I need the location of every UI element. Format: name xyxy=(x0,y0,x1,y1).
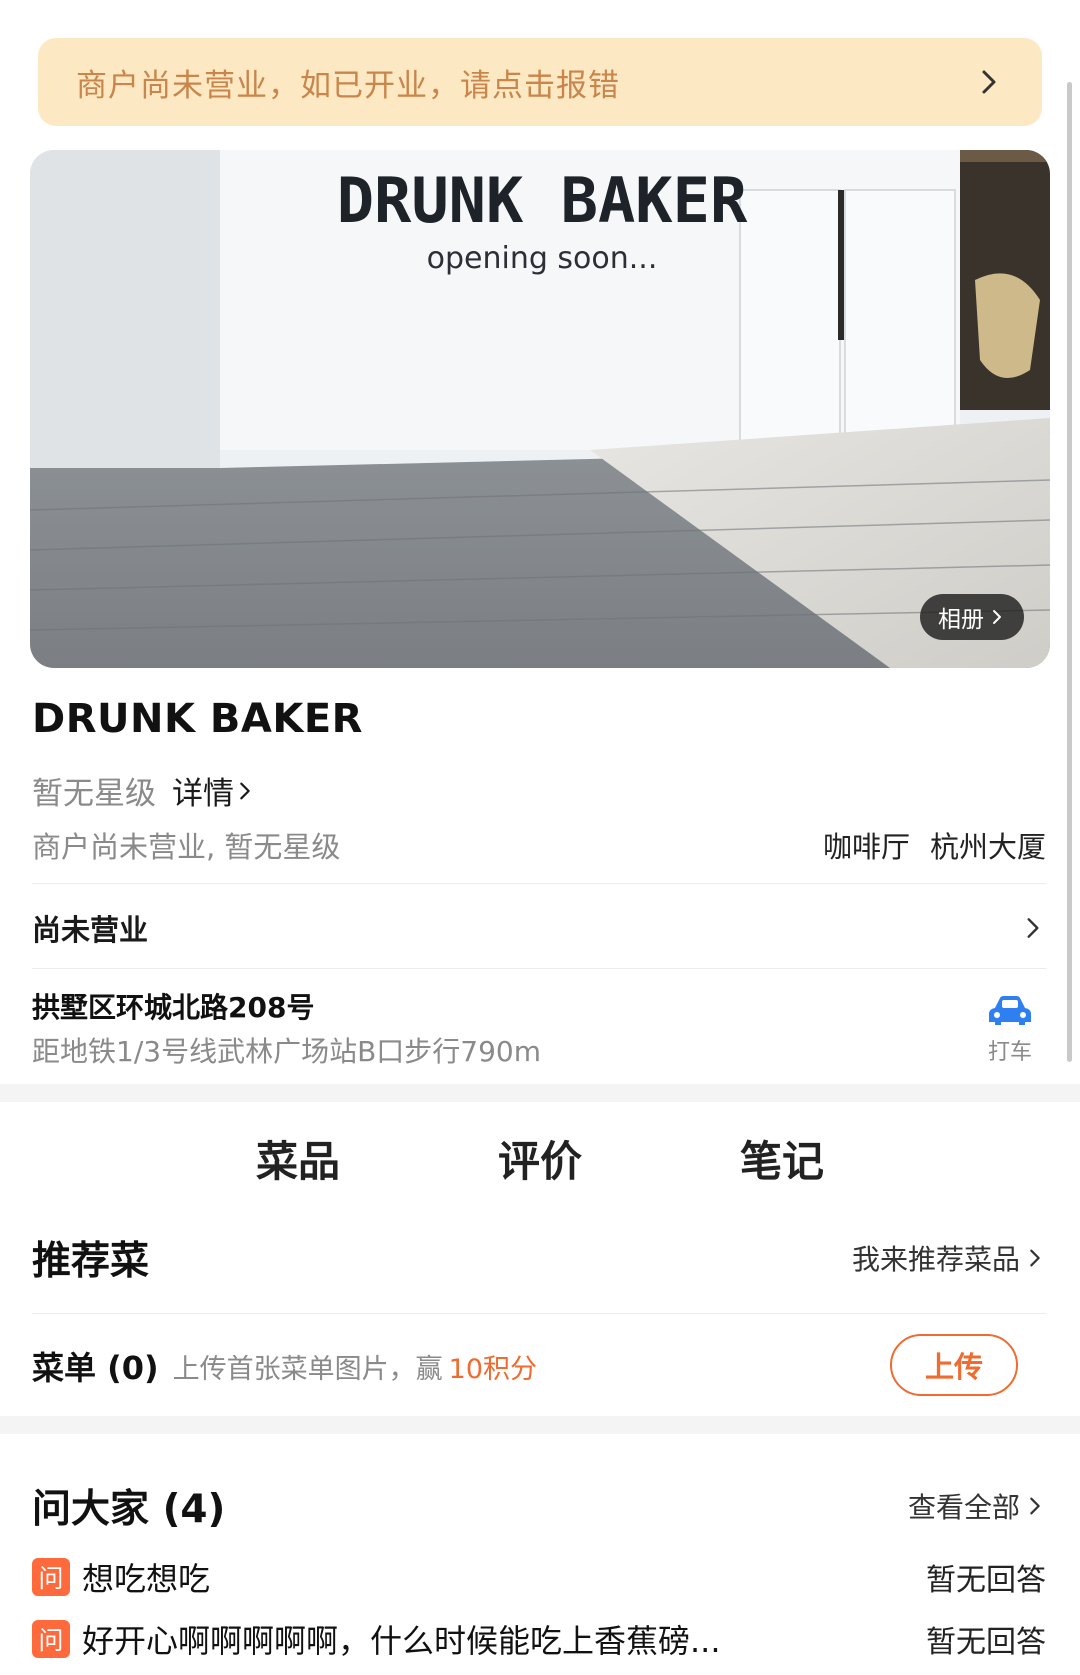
qa-header: 问大家 (4) 查看全部 xyxy=(32,1476,1046,1536)
album-label: 相册 xyxy=(938,607,984,633)
car-icon xyxy=(989,996,1031,1025)
divider xyxy=(32,883,1046,884)
recommend-link-label: 我来推荐菜品 xyxy=(851,1243,1020,1276)
tab-reviews[interactable]: 评价 xyxy=(494,1128,586,1208)
menu-title: 菜单 (0) xyxy=(32,1349,159,1387)
recommended-dishes-header: 推荐菜 我来推荐菜品 xyxy=(32,1228,1046,1288)
section-separator xyxy=(0,1416,1080,1434)
business-status: 尚未营业 xyxy=(32,913,149,947)
rating-row: 暂无星级 详情 xyxy=(32,768,256,813)
detail-label: 详情 xyxy=(172,776,234,812)
chevron-right-icon xyxy=(1030,1249,1040,1267)
tab-dishes[interactable]: 菜品 xyxy=(251,1128,344,1208)
shop-status-line: 商户尚未营业, 暂无星级 xyxy=(32,830,341,864)
scrollbar[interactable] xyxy=(1067,82,1072,1062)
chevron-right-icon xyxy=(1030,1497,1040,1515)
shop-address[interactable]: 拱墅区环城北路208号 xyxy=(32,986,314,1026)
sign-title: DRUNK BAKER xyxy=(337,164,748,237)
shop-tags: 咖啡厅 杭州大厦 xyxy=(823,824,1046,866)
album-button[interactable]: 相册 xyxy=(920,594,1024,640)
taxi-button[interactable]: 打车 xyxy=(980,994,1040,1066)
rating-detail-link[interactable]: 详情 xyxy=(172,768,256,813)
question-item[interactable]: 问 想吃想吃 暂无回答 xyxy=(32,1552,1046,1602)
area-tag[interactable]: 杭州大厦 xyxy=(930,824,1046,866)
chevron-right-icon xyxy=(240,782,250,799)
recommend-dish-link[interactable]: 我来推荐菜品 xyxy=(852,1238,1046,1278)
view-all-link[interactable]: 查看全部 xyxy=(908,1486,1046,1526)
question-badge: 问 xyxy=(32,1620,70,1658)
chevron-right-icon xyxy=(1027,918,1039,938)
tab-notes[interactable]: 笔记 xyxy=(736,1128,828,1208)
view-all-label: 查看全部 xyxy=(907,1491,1020,1524)
metro-distance: 距地铁1/3号线武林广场站B口步行790m xyxy=(32,1035,541,1068)
upload-button[interactable]: 上传 xyxy=(890,1334,1018,1396)
section-separator xyxy=(0,1084,1080,1102)
taxi-label: 打车 xyxy=(987,1040,1032,1065)
answer-status: 暂无回答 xyxy=(926,1563,1046,1598)
star-rating-text: 暂无星级 xyxy=(32,776,156,812)
chevron-right-icon xyxy=(993,610,1001,624)
divider xyxy=(32,1313,1046,1314)
answer-status: 暂无回答 xyxy=(926,1625,1046,1660)
business-hours-row[interactable]: 尚未营业 xyxy=(32,900,1046,956)
question-badge: 问 xyxy=(32,1558,70,1596)
recommended-title: 推荐菜 xyxy=(32,1239,150,1284)
menu-row: 菜单 (0) 上传首张菜单图片，赢 10积分 上传 xyxy=(32,1334,1046,1398)
category-tag[interactable]: 咖啡厅 xyxy=(823,824,910,866)
chevron-right-icon xyxy=(982,70,996,94)
qa-title: 问大家 (4) xyxy=(32,1487,226,1532)
menu-hint: 上传首张菜单图片，赢 xyxy=(172,1353,443,1385)
storefront-image: DRUNK BAKER opening soon... xyxy=(30,150,1050,668)
shop-name: DRUNK BAKER xyxy=(32,696,363,742)
question-text: 好开心啊啊啊啊啊，什么时候能吃上香蕉磅... xyxy=(82,1622,721,1660)
menu-points: 10积分 xyxy=(448,1353,538,1385)
sign-subtitle: opening soon... xyxy=(427,241,658,276)
question-text: 想吃想吃 xyxy=(82,1560,211,1598)
not-open-report-banner[interactable]: 商户尚未营业，如已开业，请点击报错 xyxy=(38,38,1042,126)
shop-photo[interactable]: DRUNK BAKER opening soon... 相册 xyxy=(30,150,1050,668)
content-tabs: 菜品 评价 笔记 xyxy=(0,1128,1080,1208)
notice-text: 商户尚未营业，如已开业，请点击报错 xyxy=(76,67,620,104)
divider xyxy=(32,968,1046,969)
question-item[interactable]: 问 好开心啊啊啊啊啊，什么时候能吃上香蕉磅... 暂无回答 xyxy=(32,1614,1046,1664)
